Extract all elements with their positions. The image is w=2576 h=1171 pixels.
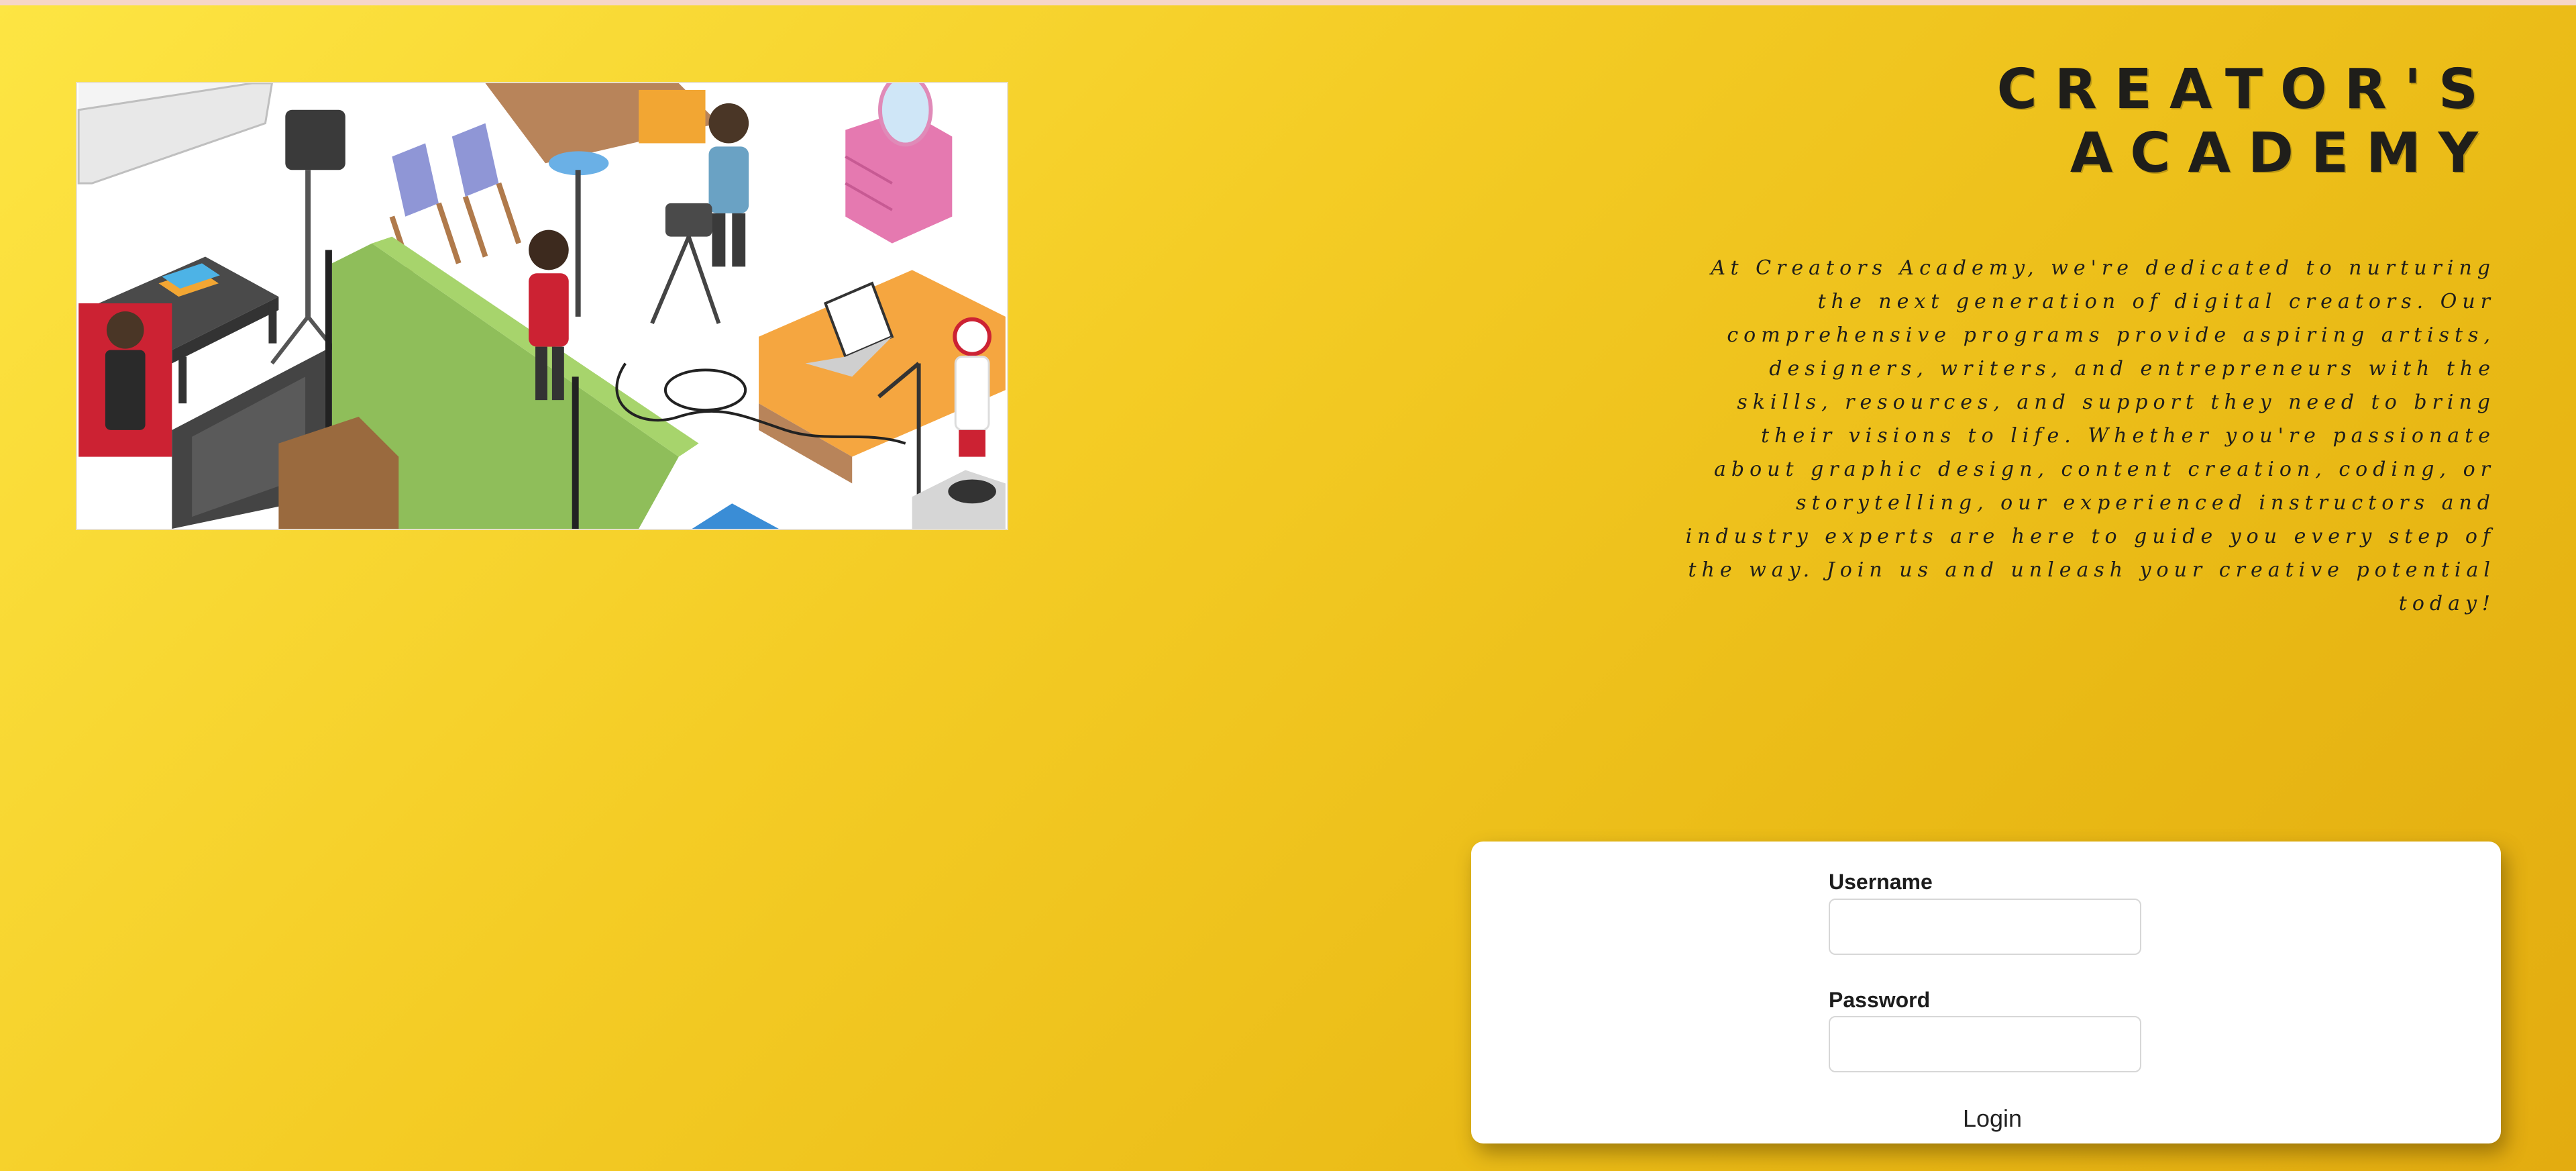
site-title: CREATOR'S ACADEMY: [1996, 58, 2496, 185]
username-label: Username: [1829, 870, 1933, 894]
studio-illustration: [76, 82, 1008, 530]
password-label: Password: [1829, 988, 1931, 1012]
login-form: Username Password Login: [1471, 842, 2501, 1143]
username-input[interactable]: [1829, 899, 2141, 955]
top-strip: [0, 0, 2576, 5]
login-button[interactable]: Login: [1919, 1100, 2066, 1137]
password-input[interactable]: [1829, 1016, 2141, 1072]
intro-paragraph: At Creators Academy, we're dedicated to …: [1685, 256, 2496, 615]
